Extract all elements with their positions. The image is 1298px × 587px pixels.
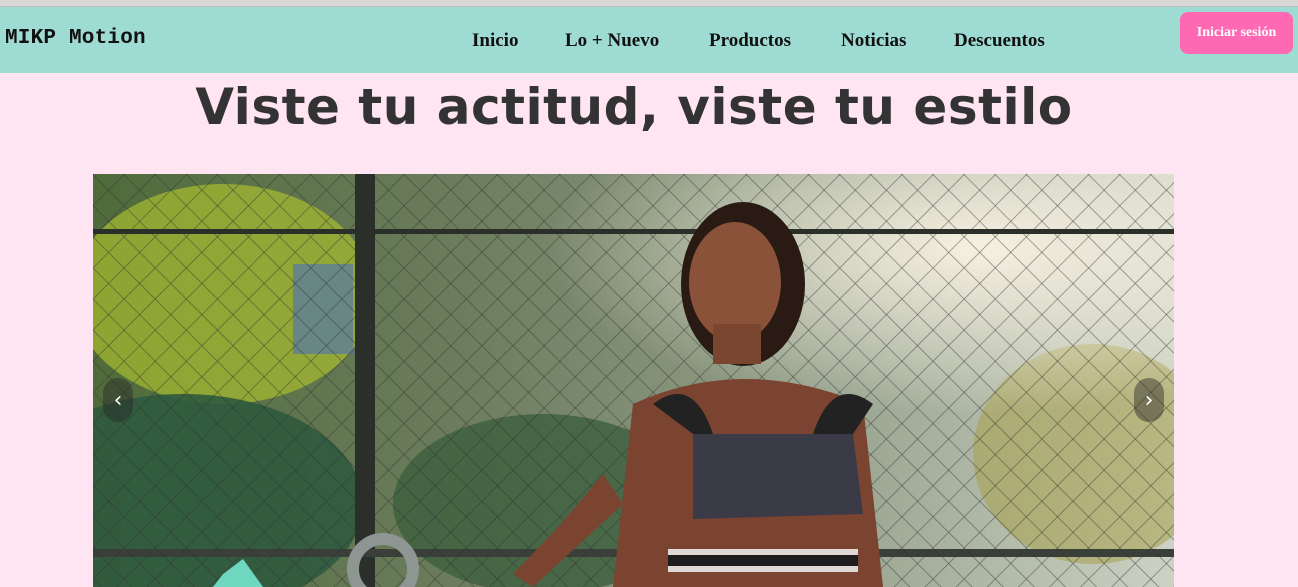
browser-top-edge bbox=[0, 0, 1298, 7]
carousel-photo bbox=[93, 174, 1174, 587]
nav-item-productos[interactable]: Productos bbox=[709, 30, 791, 52]
hero-title: Viste tu actitud, viste tu estilo bbox=[195, 78, 1073, 136]
nav-item-noticias[interactable]: Noticias bbox=[841, 30, 906, 52]
navbar: MIKP Motion Inicio Lo + Nuevo Productos … bbox=[0, 7, 1298, 73]
nav-item-descuentos[interactable]: Descuentos bbox=[954, 30, 1045, 52]
nav-item-inicio[interactable]: Inicio bbox=[472, 30, 518, 52]
carousel-prev-icon[interactable]: ‹ bbox=[103, 378, 133, 422]
brand-logo[interactable]: MIKP Motion bbox=[5, 27, 146, 50]
login-button[interactable]: Iniciar sesión bbox=[1180, 12, 1293, 54]
image-carousel[interactable] bbox=[93, 174, 1174, 587]
nav-item-lo-nuevo[interactable]: Lo + Nuevo bbox=[565, 30, 659, 52]
carousel-next-icon[interactable]: › bbox=[1134, 378, 1164, 422]
